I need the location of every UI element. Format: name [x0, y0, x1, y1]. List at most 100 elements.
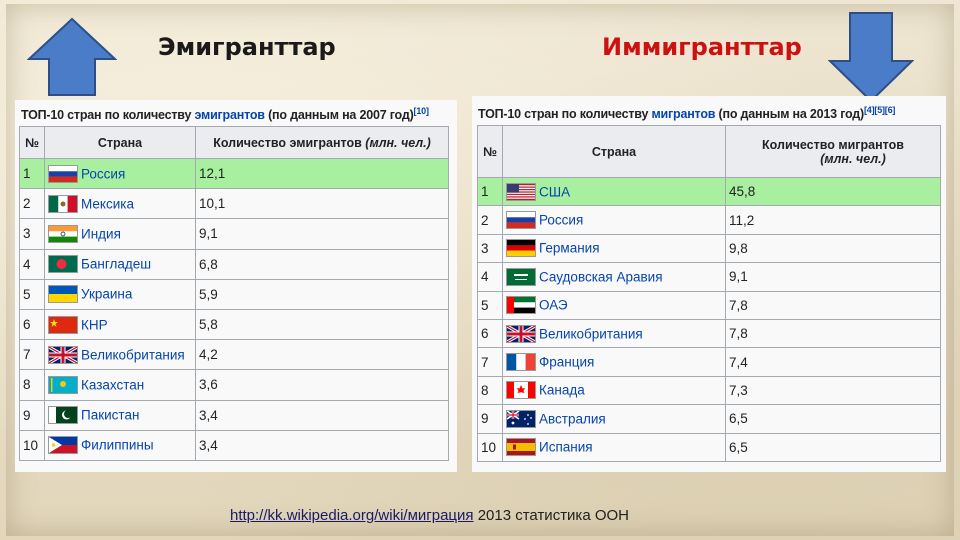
country-link[interactable]: Испания: [539, 440, 593, 455]
row-number: 4: [19, 248, 45, 280]
row-number: 2: [19, 188, 45, 220]
row-number: 9: [477, 404, 503, 434]
india-flag-icon: [48, 224, 78, 243]
row-country: Украина: [44, 278, 196, 310]
row-country: Канада: [502, 375, 726, 406]
table-row: 7 Франция 7,4: [477, 347, 941, 377]
row-value: 9,1: [725, 262, 941, 292]
row-number: 3: [19, 218, 45, 250]
australia-flag-icon: [506, 409, 536, 428]
uk-flag-icon: [48, 345, 78, 365]
table-row: 6 КНР 5,8: [19, 308, 449, 341]
row-number: 10: [19, 429, 45, 461]
row-number: 6: [477, 318, 503, 349]
immigrants-table: № Страна Количество мигрантов (млн. чел.…: [477, 125, 941, 462]
col-header-value-label: Количество мигрантов: [762, 137, 904, 152]
row-value: 6,8: [195, 248, 449, 280]
country-link[interactable]: Мексика: [81, 196, 134, 211]
row-value: 11,2: [725, 205, 941, 235]
table-row: 8 Казахстан 3,6: [19, 369, 449, 401]
col-header-value-unit: (млн. чел.): [820, 151, 886, 166]
country-link[interactable]: Австралия: [539, 411, 606, 426]
country-link[interactable]: Великобритания: [81, 347, 185, 362]
row-country: Россия: [502, 205, 726, 235]
row-value: 3,6: [195, 369, 449, 401]
row-number: 5: [477, 290, 503, 320]
country-link[interactable]: Россия: [81, 166, 125, 181]
country-link[interactable]: Великобритания: [539, 326, 643, 341]
table-row: 5 Украина 5,9: [19, 278, 449, 310]
caption-text: ТОП-10 стран по количеству: [21, 108, 192, 123]
country-link[interactable]: Германия: [539, 241, 600, 256]
col-header-number[interactable]: №: [19, 126, 45, 159]
bangladesh-flag-icon: [48, 255, 78, 274]
col-header-country[interactable]: Страна: [502, 125, 726, 178]
country-link[interactable]: США: [539, 184, 570, 199]
migrants-link[interactable]: мигрантов: [651, 107, 715, 121]
row-number: 6: [19, 308, 45, 341]
row-value: 10,1: [195, 188, 449, 220]
table-row: 9 Пакистан 3,4: [19, 399, 449, 431]
country-link[interactable]: Филиппины: [81, 438, 154, 453]
reference-link[interactable]: [10]: [414, 106, 429, 116]
row-country: Бангладеш: [44, 248, 196, 280]
country-link[interactable]: КНР: [81, 317, 108, 332]
country-link[interactable]: Казахстан: [81, 377, 144, 392]
row-number: 10: [477, 432, 503, 462]
source-text: 2013 статистика ООН: [477, 507, 630, 524]
col-header-value[interactable]: Количество эмигрантов (млн. чел.): [195, 126, 449, 159]
row-value: 7,3: [725, 375, 941, 406]
table-row: 4 Бангладеш 6,8: [19, 248, 449, 280]
table-row: 3 Индия 9,1: [19, 218, 449, 250]
row-value: 3,4: [195, 399, 449, 431]
col-header-country[interactable]: Страна: [44, 126, 196, 159]
russia-flag-icon: [48, 164, 78, 183]
reference-link[interactable]: [4][5][6]: [864, 105, 895, 115]
row-country: Мексика: [44, 188, 196, 220]
row-number: 5: [19, 278, 45, 310]
immigrants-table-body: 1 США 45,8 2 Россия 11,2 3 Германия 9,8 4 Саудовск…: [477, 176, 941, 462]
russia-flag-icon: [506, 211, 536, 230]
country-link[interactable]: Саудовская Аравия: [539, 269, 663, 284]
country-link[interactable]: Франция: [539, 355, 594, 370]
canada-flag-icon: [506, 381, 536, 400]
kazakhstan-flag-icon: [48, 375, 78, 394]
row-country: ОАЭ: [502, 290, 726, 320]
row-number: 3: [477, 233, 503, 264]
row-value: 9,8: [725, 233, 941, 264]
table-row: 4 Саудовская Аравия 9,1: [477, 262, 941, 292]
country-link[interactable]: ОАЭ: [539, 298, 568, 313]
row-country: Франция: [502, 347, 726, 377]
country-link[interactable]: Украина: [81, 287, 132, 302]
immigrants-heading: Иммигранттар: [602, 33, 802, 61]
caption-text: ТОП-10 стран по количеству: [478, 107, 649, 122]
source-link[interactable]: http://kk.wikipedia.org/wiki/миграция: [230, 507, 474, 524]
row-value: 3,4: [195, 429, 449, 461]
spain-flag-icon: [506, 438, 536, 457]
uae-flag-icon: [506, 296, 536, 315]
country-link[interactable]: Канада: [539, 383, 585, 398]
country-link[interactable]: Бангладеш: [81, 257, 151, 272]
caption-text: (по данным на 2007 год): [268, 108, 414, 123]
row-country: Пакистан: [44, 399, 196, 431]
col-header-value[interactable]: Количество мигрантов (млн. чел.): [725, 125, 941, 178]
caption-text: (по данным на 2013 год): [718, 107, 865, 122]
row-number: 1: [477, 176, 503, 207]
table-row: 10 Филиппины 3,4: [19, 429, 449, 461]
table-row: 3 Германия 9,8: [477, 233, 941, 264]
country-link[interactable]: Россия: [539, 213, 583, 228]
country-link[interactable]: Индия: [81, 226, 121, 241]
table-row: 10 Испания 6,5: [477, 432, 941, 462]
emigrants-table-caption: ТОП-10 стран по количеству эмигрантов (п…: [21, 106, 429, 122]
country-link[interactable]: Пакистан: [81, 408, 139, 423]
row-country: Великобритания: [44, 339, 196, 371]
col-header-value-label: Количество эмигрантов: [213, 135, 362, 150]
row-value: 5,9: [195, 278, 449, 310]
down-arrow-icon: [828, 12, 914, 103]
mexico-flag-icon: [48, 194, 78, 213]
col-header-number[interactable]: №: [477, 125, 503, 178]
row-number: 2: [477, 205, 503, 235]
row-country: Казахстан: [44, 369, 196, 401]
china-flag-icon: [48, 315, 78, 334]
emigrants-link[interactable]: эмигрантов: [194, 108, 264, 122]
